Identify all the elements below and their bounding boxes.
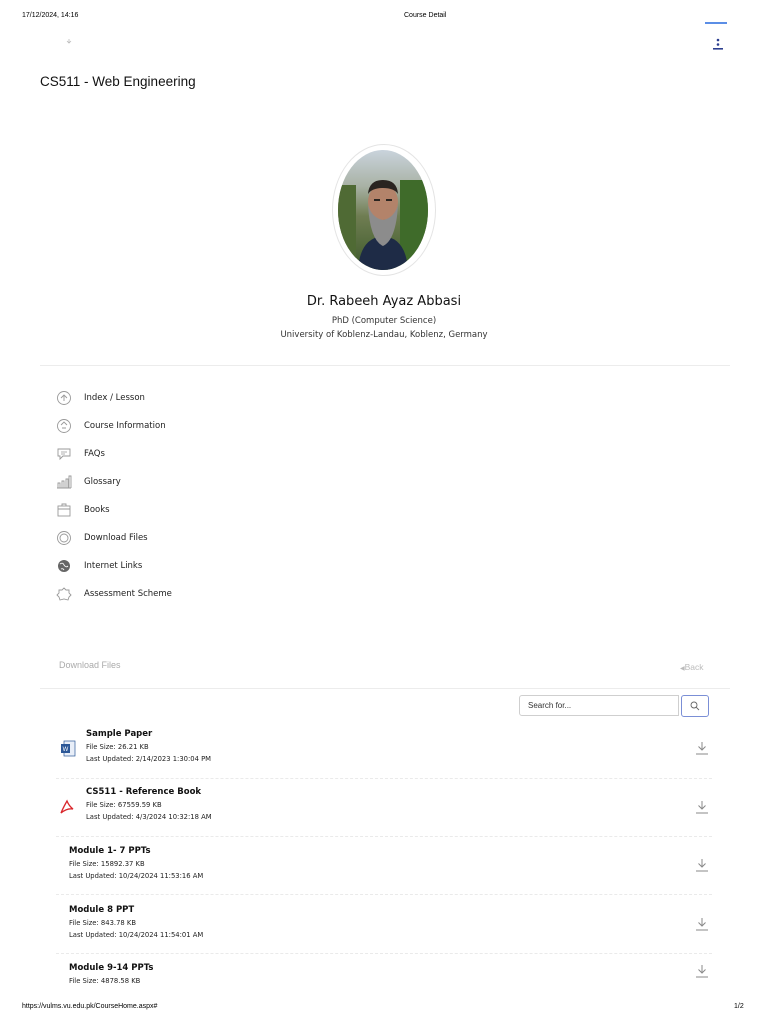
file-size: File Size: 4878.58 KB — [69, 977, 141, 985]
file-size: File Size: 843.78 KB — [69, 919, 136, 927]
menu-item-books[interactable]: Books — [56, 500, 110, 520]
file-size: File Size: 26.21 KB — [86, 743, 149, 751]
list-item[interactable]: Sample Paper File Size: 26.21 KB Last Up… — [86, 729, 211, 765]
back-link[interactable]: ◀Back — [680, 662, 704, 672]
instructor-photo — [338, 150, 428, 270]
download-icon[interactable] — [695, 857, 709, 872]
instructor-university: University of Koblenz-Landau, Koblenz, G… — [280, 330, 488, 340]
back-label: Back — [684, 662, 704, 672]
instructor-name: Dr. Rabeeh Ayaz Abbasi — [306, 294, 462, 309]
list-item[interactable]: Module 1- 7 PPTs File Size: 15892.37 KB … — [69, 846, 203, 882]
divider — [40, 688, 730, 689]
list-item[interactable]: Module 9-14 PPTs File Size: 4878.58 KB — [69, 963, 154, 987]
file-size: File Size: 15892.37 KB — [69, 860, 145, 868]
file-name: Sample Paper — [86, 729, 153, 739]
divider — [40, 365, 730, 366]
search-icon — [690, 701, 700, 711]
menu-label: Assessment Scheme — [84, 589, 172, 599]
file-updated: Last Updated: 10/24/2024 11:54:01 AM — [69, 931, 204, 939]
lesson-icon — [57, 391, 71, 405]
menu-label: Glossary — [84, 477, 121, 487]
globe-icon — [58, 560, 70, 572]
pdf-icon — [58, 798, 76, 816]
file-size: File Size: 67559.59 KB — [86, 801, 162, 809]
menu-label: Course Information — [84, 421, 166, 431]
bar-chart-icon — [57, 475, 72, 489]
list-item[interactable]: CS511 - Reference Book File Size: 67559.… — [86, 787, 212, 823]
menu-label: Download Files — [84, 533, 148, 543]
menu-item-index-lesson[interactable]: Index / Lesson — [56, 388, 145, 408]
info-icon — [57, 419, 71, 433]
print-datetime: 17/12/2024, 14:16 — [22, 12, 79, 19]
header-accent-line — [705, 22, 727, 24]
assessment-icon — [56, 587, 72, 601]
file-name: Module 8 PPT — [69, 905, 135, 915]
menu-item-assessment-scheme[interactable]: Assessment Scheme — [56, 584, 172, 604]
menu-item-internet-links[interactable]: Internet Links — [56, 556, 142, 576]
menu-item-course-information[interactable]: Course Information — [56, 416, 166, 436]
search-input[interactable] — [519, 695, 679, 716]
row-divider — [56, 953, 712, 954]
course-title: CS511 - Web Engineering — [40, 74, 196, 89]
svg-text:W: W — [63, 747, 69, 753]
download-circle-icon — [57, 531, 71, 545]
row-divider — [56, 778, 712, 779]
menu-item-download-files[interactable]: Download Files — [56, 528, 148, 548]
list-item[interactable]: Module 8 PPT File Size: 843.78 KB Last U… — [69, 905, 203, 941]
print-page-number: 1/2 — [734, 1003, 744, 1010]
menu-item-glossary[interactable]: Glossary — [56, 472, 121, 492]
row-divider — [56, 894, 712, 895]
file-name: Module 9-14 PPTs — [69, 963, 154, 973]
menu-item-faqs[interactable]: FAQs — [56, 444, 105, 464]
download-icon[interactable] — [695, 740, 709, 755]
search-button[interactable] — [681, 695, 709, 717]
file-updated: Last Updated: 10/24/2024 11:53:16 AM — [69, 872, 204, 880]
menu-label: FAQs — [84, 449, 105, 459]
file-updated: Last Updated: 4/3/2024 10:32:18 AM — [86, 813, 212, 821]
download-icon[interactable] — [695, 799, 709, 814]
section-title: Download Files — [59, 660, 121, 670]
box-icon — [57, 503, 71, 517]
print-page-title: Course Detail — [404, 12, 447, 19]
user-menu-icon[interactable] — [711, 36, 725, 50]
download-icon[interactable] — [695, 963, 709, 978]
menu-label: Index / Lesson — [84, 393, 145, 403]
chat-icon — [57, 448, 71, 461]
logo-icon — [66, 30, 72, 44]
print-url: https://vulms.vu.edu.pk/CourseHome.aspx# — [22, 1003, 158, 1010]
word-doc-icon: W — [60, 740, 76, 758]
file-name: CS511 - Reference Book — [86, 787, 202, 797]
row-divider — [56, 836, 712, 837]
instructor-degree: PhD (Computer Science) — [331, 316, 437, 326]
menu-label: Internet Links — [84, 561, 143, 571]
file-name: Module 1- 7 PPTs — [69, 846, 151, 856]
download-icon[interactable] — [695, 916, 709, 931]
menu-label: Books — [84, 505, 110, 515]
file-updated: Last Updated: 2/14/2023 1:30:04 PM — [86, 755, 212, 763]
